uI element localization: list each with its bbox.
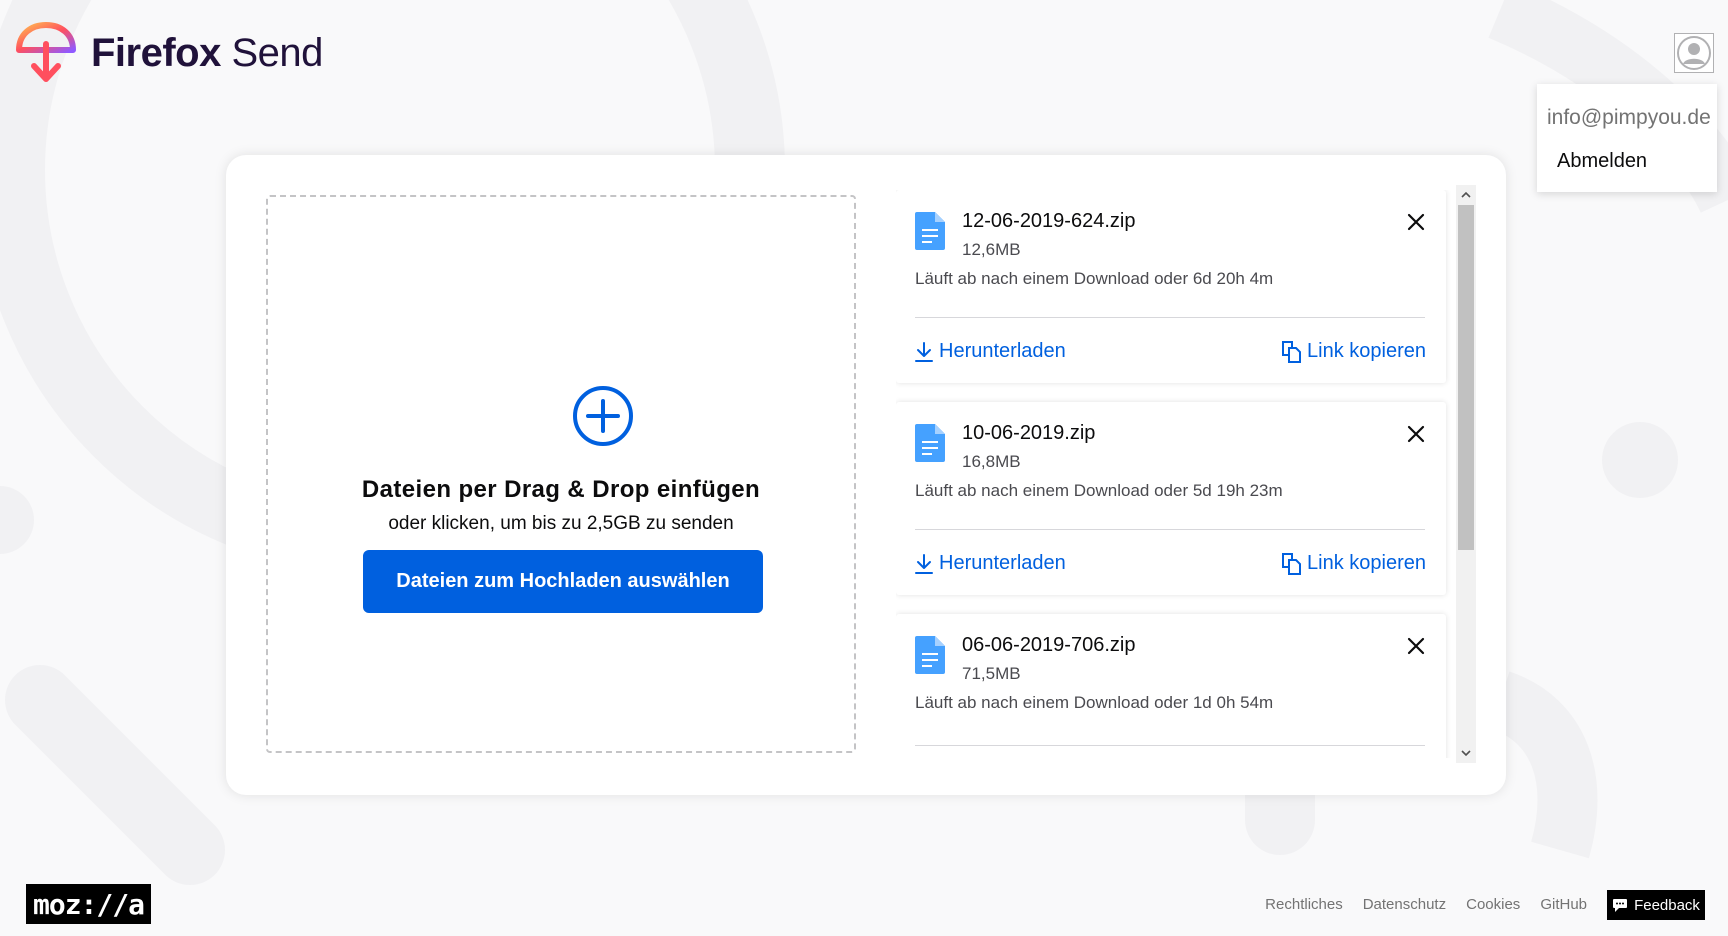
firefox-send-logo[interactable]: Firefox Send bbox=[15, 22, 323, 84]
copy-link-button[interactable]: Link kopieren bbox=[1281, 552, 1426, 575]
file-expiry: Läuft ab nach einem Download oder 6d 20h… bbox=[915, 269, 1274, 288]
file-expiry: Läuft ab nach einem Download oder 5d 19h… bbox=[915, 481, 1283, 500]
feedback-button[interactable]: Feedback bbox=[1607, 890, 1705, 920]
copy-link-label: Link kopieren bbox=[1307, 552, 1426, 574]
footer-links: Rechtliches Datenschutz Cookies GitHub bbox=[1265, 896, 1587, 913]
upload-dropzone[interactable]: Dateien per Drag & Drop einfügen oder kl… bbox=[266, 195, 856, 753]
footer-link-legal[interactable]: Rechtliches bbox=[1265, 896, 1343, 913]
file-size: 71,5MB bbox=[962, 664, 1021, 683]
document-icon bbox=[915, 424, 945, 462]
scrollbar-thumb[interactable] bbox=[1458, 205, 1474, 550]
divider bbox=[915, 317, 1425, 318]
copy-link-icon bbox=[1282, 340, 1302, 363]
file-name: 12-06-2019-624.zip bbox=[962, 210, 1136, 232]
scroll-down-button[interactable] bbox=[1456, 743, 1476, 763]
download-label: Herunterladen bbox=[939, 552, 1066, 574]
user-avatar-button[interactable] bbox=[1674, 33, 1714, 73]
add-file-icon bbox=[573, 386, 633, 446]
chat-bubble-icon bbox=[1613, 898, 1628, 912]
file-list: 12-06-2019-624.zip 12,6MB Läuft ab nach … bbox=[896, 190, 1466, 758]
footer-link-cookies[interactable]: Cookies bbox=[1466, 896, 1520, 913]
file-card: 12-06-2019-624.zip 12,6MB Läuft ab nach … bbox=[896, 190, 1446, 383]
document-icon bbox=[915, 212, 945, 250]
download-label: Herunterladen bbox=[939, 340, 1066, 362]
copy-link-button[interactable]: Link kopieren bbox=[1281, 340, 1426, 363]
app-title: Firefox Send bbox=[91, 30, 323, 75]
footer-link-github[interactable]: GitHub bbox=[1540, 896, 1587, 913]
close-icon[interactable] bbox=[1404, 422, 1428, 446]
file-expiry: Läuft ab nach einem Download oder 1d 0h … bbox=[915, 693, 1274, 712]
file-size: 16,8MB bbox=[962, 452, 1021, 471]
download-icon bbox=[915, 341, 933, 362]
user-avatar-icon bbox=[1677, 36, 1711, 70]
download-button[interactable]: Herunterladen bbox=[915, 552, 1066, 575]
divider bbox=[915, 529, 1425, 530]
chevron-up-icon bbox=[1461, 191, 1471, 198]
dropzone-title: Dateien per Drag & Drop einfügen bbox=[361, 476, 761, 503]
firefox-send-logo-icon bbox=[16, 22, 76, 82]
mozilla-logo[interactable]: moz://a bbox=[26, 884, 151, 924]
file-list-scrollbar[interactable] bbox=[1456, 185, 1476, 763]
divider bbox=[915, 745, 1425, 746]
download-button[interactable]: Herunterladen bbox=[915, 340, 1066, 363]
close-icon[interactable] bbox=[1404, 634, 1428, 658]
select-files-button[interactable]: Dateien zum Hochladen auswählen bbox=[363, 550, 763, 613]
copy-link-label: Link kopieren bbox=[1307, 340, 1426, 362]
user-menu-dropdown: info@pimpyou.de Abmelden bbox=[1537, 84, 1717, 192]
file-name: 10-06-2019.zip bbox=[962, 422, 1096, 444]
file-size: 12,6MB bbox=[962, 240, 1021, 259]
chevron-down-icon bbox=[1461, 750, 1471, 757]
main-card: Dateien per Drag & Drop einfügen oder kl… bbox=[226, 155, 1506, 795]
file-card: 10-06-2019.zip 16,8MB Läuft ab nach eine… bbox=[896, 402, 1446, 595]
footer-link-privacy[interactable]: Datenschutz bbox=[1363, 896, 1446, 913]
user-email: info@pimpyou.de bbox=[1547, 106, 1711, 129]
feedback-label: Feedback bbox=[1634, 896, 1700, 914]
logout-menu-item[interactable]: Abmelden bbox=[1557, 150, 1647, 173]
close-icon[interactable] bbox=[1404, 210, 1428, 234]
scroll-up-button[interactable] bbox=[1456, 185, 1476, 205]
download-icon bbox=[915, 553, 933, 574]
file-name: 06-06-2019-706.zip bbox=[962, 634, 1136, 656]
document-icon bbox=[915, 636, 945, 674]
copy-link-icon bbox=[1282, 552, 1302, 575]
file-card: 06-06-2019-706.zip 71,5MB Läuft ab nach … bbox=[896, 614, 1446, 758]
dropzone-subtitle: oder klicken, um bis zu 2,5GB zu senden bbox=[388, 513, 734, 534]
